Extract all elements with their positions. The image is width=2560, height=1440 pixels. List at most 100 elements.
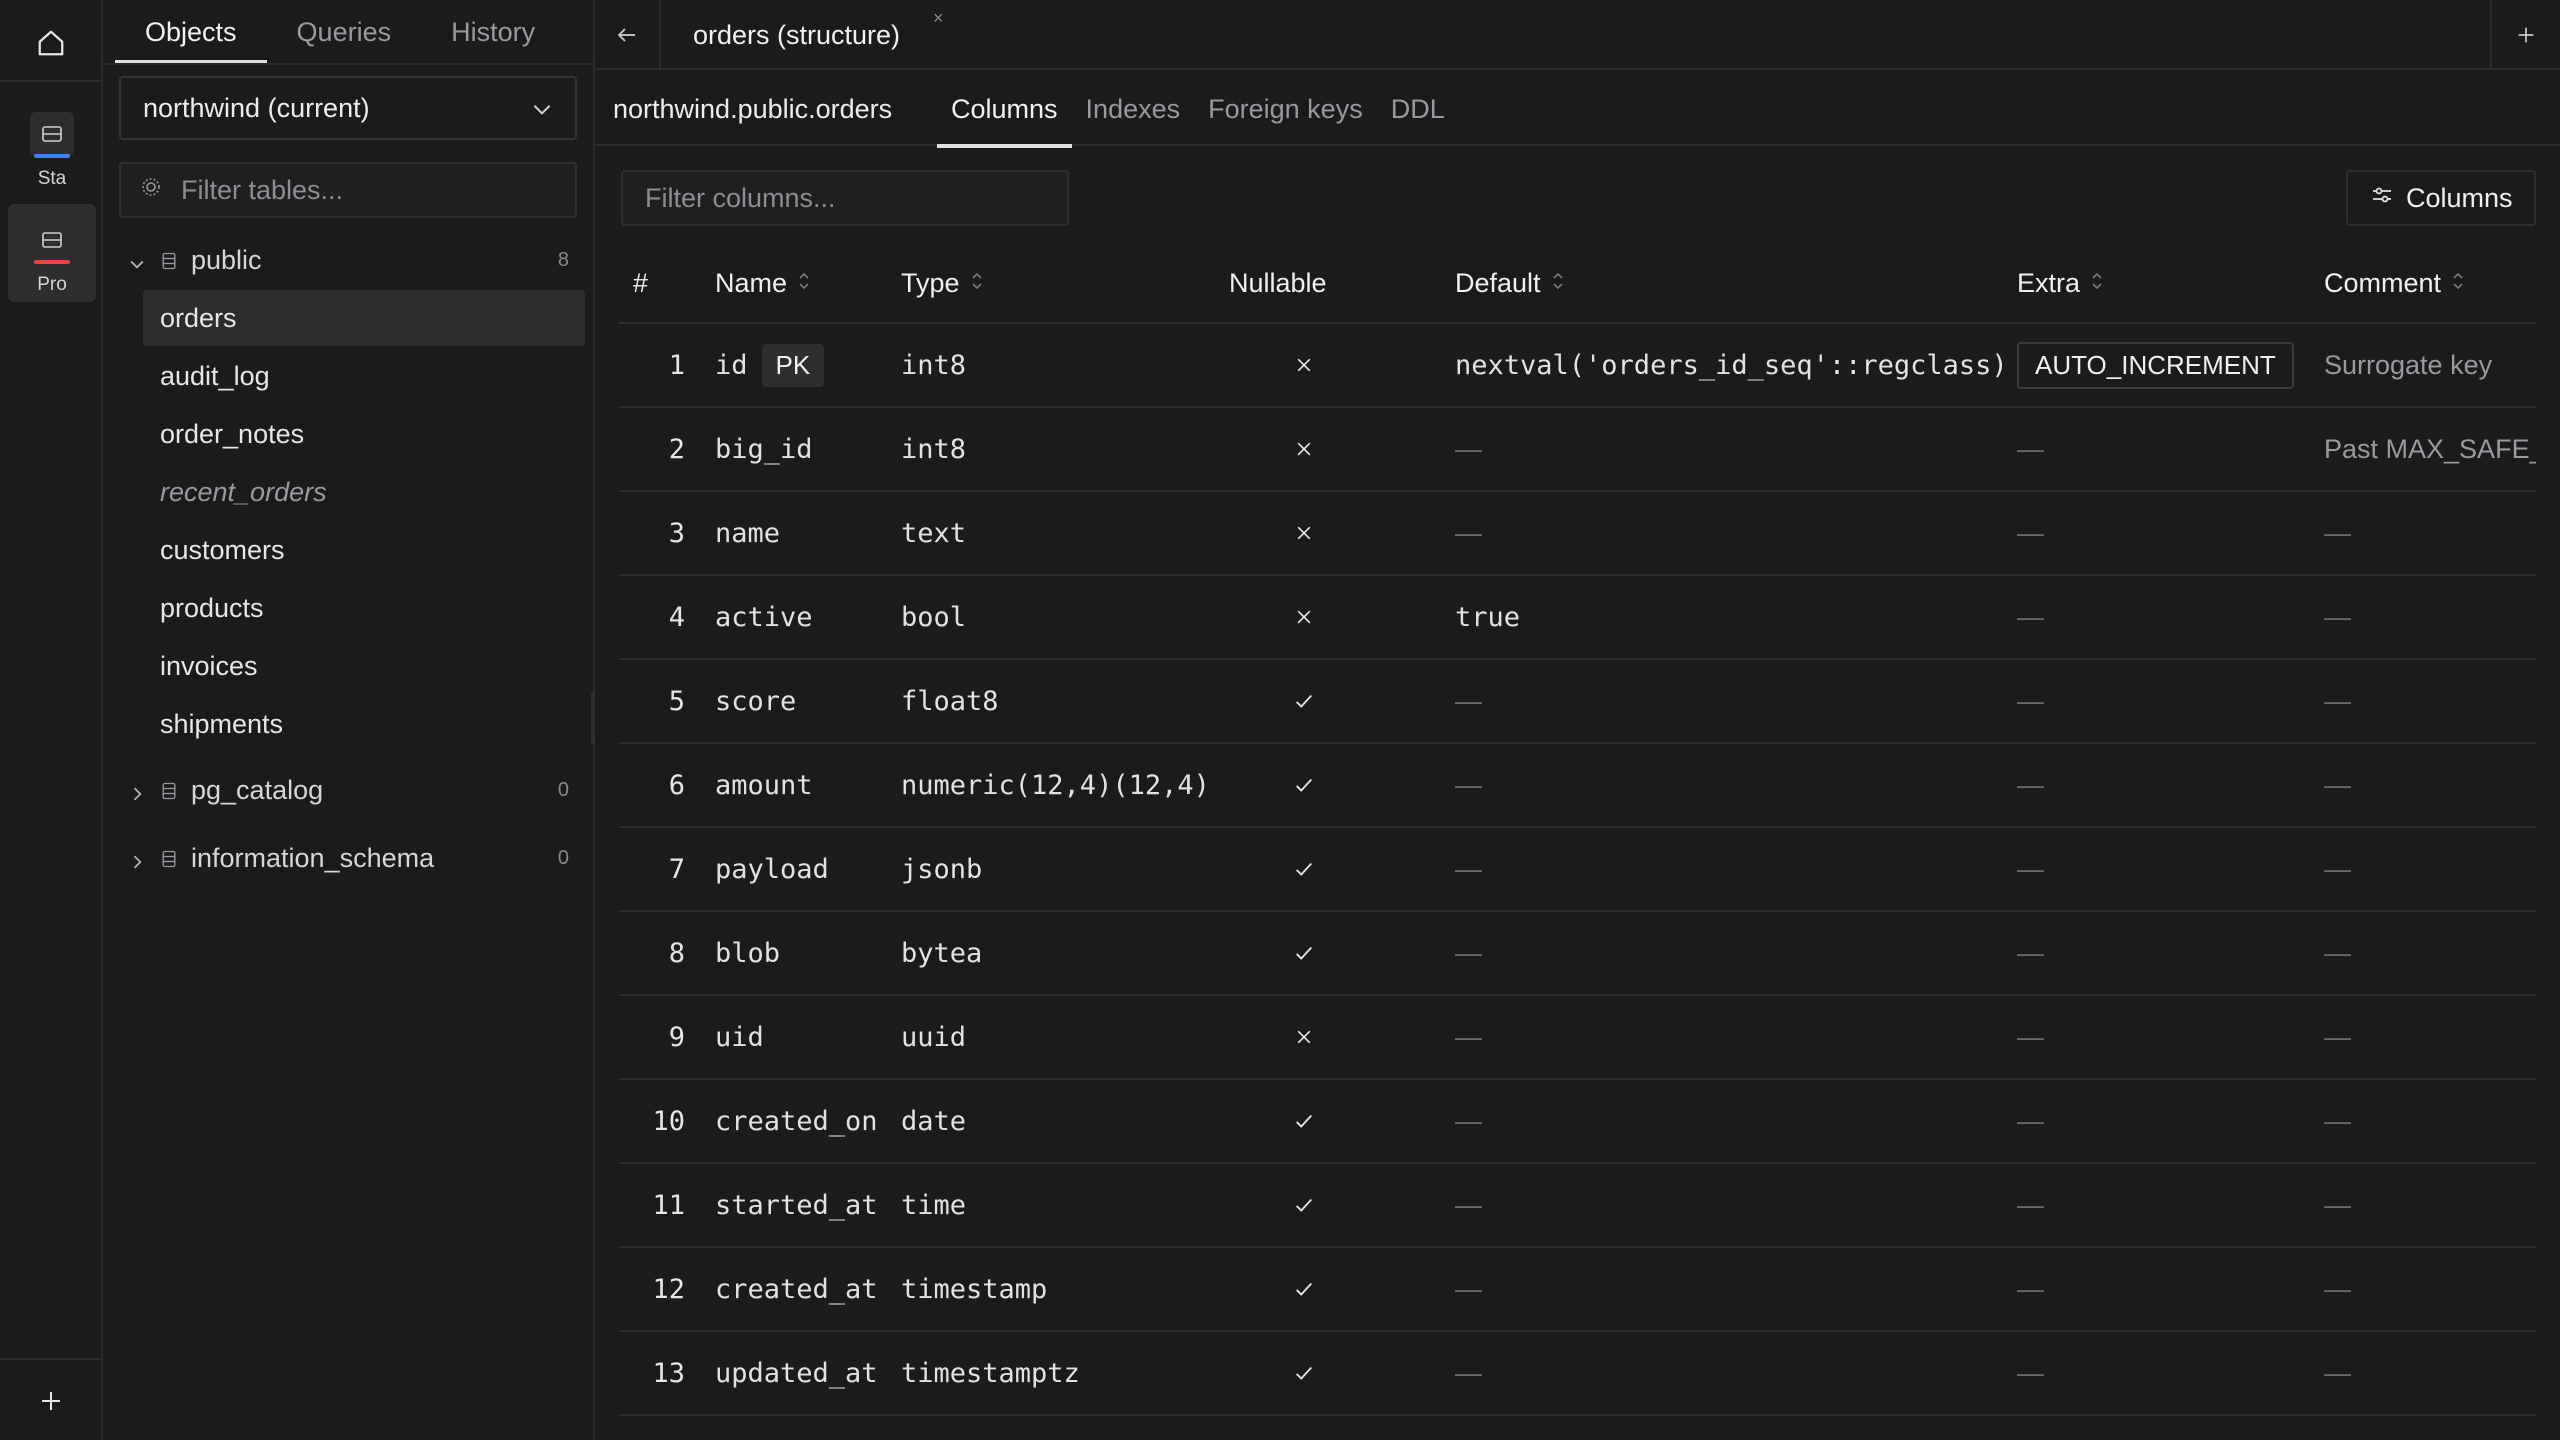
column-default: — (1455, 1021, 1482, 1052)
column-name-text: big_id (715, 433, 813, 465)
columns-table: # Name Type Nullable Default Extra Comme… (619, 242, 2536, 1416)
table-item-products[interactable]: products (143, 580, 585, 636)
extra-text: — (2017, 517, 2044, 548)
column-default: nextval('orders_id_seq'::regclass) (1455, 349, 2008, 381)
table-item-audit-log[interactable]: audit_log (143, 348, 585, 404)
database-select[interactable]: northwind (current) (119, 76, 577, 140)
column-name-text: score (715, 685, 797, 717)
table-item-customers[interactable]: customers (143, 522, 585, 578)
connection-item-1[interactable]: Sta (8, 98, 96, 196)
not-nullable-cross-icon (1279, 324, 1329, 406)
column-number: 9 (668, 1021, 685, 1053)
column-name-text: name (715, 517, 781, 549)
close-tab-icon[interactable]: × (933, 8, 944, 29)
table-row[interactable]: 8 blob bytea — — — (619, 912, 2536, 996)
column-name: created_on (715, 1080, 878, 1162)
header-name[interactable]: Name (715, 242, 811, 324)
table-filter-input[interactable]: Filter tables... (119, 162, 577, 218)
header-number[interactable]: # (633, 242, 648, 324)
header-extra[interactable]: Extra (2017, 242, 2104, 324)
schema-item-pg-catalog[interactable]: pg_catalog 0 (103, 762, 593, 818)
header-default[interactable]: Default (1455, 242, 1565, 324)
object-sidebar: Objects Queries History northwind (curre… (103, 0, 595, 1440)
activity-rail: Sta Pro (0, 0, 103, 1440)
sort-icon[interactable] (797, 268, 811, 299)
not-nullable-cross-icon (1279, 408, 1329, 490)
column-type: date (901, 1105, 967, 1137)
tab-ddl[interactable]: DDL (1377, 72, 1459, 146)
app-window: Sta Pro Objects Queries History northwin… (0, 0, 2560, 1440)
sort-icon[interactable] (970, 268, 984, 299)
column-type: time (901, 1189, 967, 1221)
table-item-shipments[interactable]: shipments (143, 696, 585, 752)
column-filter-input[interactable]: Filter columns... (621, 170, 1069, 226)
column-extra: — (2017, 1164, 2044, 1246)
header-comment[interactable]: Comment (2324, 242, 2465, 324)
chevron-down-icon[interactable] (127, 250, 147, 281)
column-name-text: created_at (715, 1273, 878, 1305)
table-item-order-notes[interactable]: order_notes (143, 406, 585, 462)
table-row[interactable]: 3 name text — — — (619, 492, 2536, 576)
table-row[interactable]: 12 created_at timestamp — — — (619, 1248, 2536, 1332)
header-nullable[interactable]: Nullable (1229, 242, 1327, 324)
column-name-text: id (715, 349, 748, 381)
column-name-text: amount (715, 769, 813, 801)
table-row[interactable]: 6 amount numeric(12,4)(12,4) — — — (619, 744, 2536, 828)
table-row[interactable]: 5 score float8 — — — (619, 660, 2536, 744)
tab-foreign-keys[interactable]: Foreign keys (1194, 72, 1377, 146)
column-name: big_id (715, 408, 813, 490)
table-row[interactable]: 1 id PK int8 nextval('orders_id_seq'::regcla… (619, 324, 2536, 408)
column-type: float8 (901, 685, 999, 717)
connection-item-2[interactable]: Pro (8, 204, 96, 302)
sort-icon[interactable] (2090, 268, 2104, 299)
filter-icon (139, 175, 163, 206)
chevron-down-icon (529, 96, 555, 129)
tab-history[interactable]: History (421, 0, 565, 64)
table-row[interactable]: 13 updated_at timestamptz — — — (619, 1332, 2536, 1416)
table-item-invoices[interactable]: invoices (143, 638, 585, 694)
column-extra: AUTO_INCREMENT (2017, 324, 2294, 406)
connection-color-bar (34, 260, 70, 264)
table-row[interactable]: 9 uid uuid — — — (619, 996, 2536, 1080)
table-row[interactable]: 11 started_at time — — — (619, 1164, 2536, 1248)
tab-columns[interactable]: Columns (937, 72, 1072, 148)
document-tab-title[interactable]: orders (structure) (693, 0, 900, 70)
table-row[interactable]: 7 payload jsonb — — — (619, 828, 2536, 912)
nullable-check-icon (1279, 660, 1329, 742)
new-tab-icon[interactable] (2490, 0, 2560, 70)
column-comment: Past MAX_SAFE_INTE (2324, 433, 2536, 464)
column-comment: — (2324, 1021, 2351, 1052)
schema-item-public[interactable]: public 8 (103, 232, 593, 288)
tab-indexes[interactable]: Indexes (1072, 72, 1195, 146)
schema-tree: public 8 orders audit_log order_notes re… (103, 232, 593, 886)
sliders-icon (2370, 183, 2394, 214)
columns-settings-button[interactable]: Columns (2346, 170, 2536, 226)
extra-text: — (2017, 1357, 2044, 1388)
nullable-check-icon (1279, 1248, 1329, 1330)
nullable-check-icon (1279, 1080, 1329, 1162)
not-nullable-cross-icon (1279, 492, 1329, 574)
header-type[interactable]: Type (901, 242, 984, 324)
column-default: — (1455, 685, 1482, 716)
add-connection-icon[interactable] (30, 1380, 72, 1422)
tab-objects[interactable]: Objects (115, 0, 267, 64)
table-row[interactable]: 4 active bool true — — (619, 576, 2536, 660)
column-name: started_at (715, 1164, 878, 1246)
table-row[interactable]: 10 created_on date — — — (619, 1080, 2536, 1164)
extra-text: — (2017, 1273, 2044, 1304)
home-icon[interactable] (28, 20, 74, 66)
column-comment: — (2324, 1357, 2351, 1388)
tab-queries[interactable]: Queries (267, 0, 422, 64)
table-item-orders[interactable]: orders (143, 290, 585, 346)
sort-icon[interactable] (1551, 268, 1565, 299)
chevron-right-icon[interactable] (127, 780, 147, 811)
view-item-recent-orders[interactable]: recent_orders (143, 464, 585, 520)
schema-table-count: 0 (557, 778, 569, 801)
sort-icon[interactable] (2451, 268, 2465, 299)
schema-item-information-schema[interactable]: information_schema 0 (103, 830, 593, 886)
schema-name: information_schema (191, 842, 435, 873)
database-icon (30, 218, 74, 264)
table-row[interactable]: 2 big_id int8 — — Past MAX_SAFE_INTE (619, 408, 2536, 492)
chevron-right-icon[interactable] (127, 848, 147, 879)
back-arrow-icon[interactable] (595, 0, 661, 70)
